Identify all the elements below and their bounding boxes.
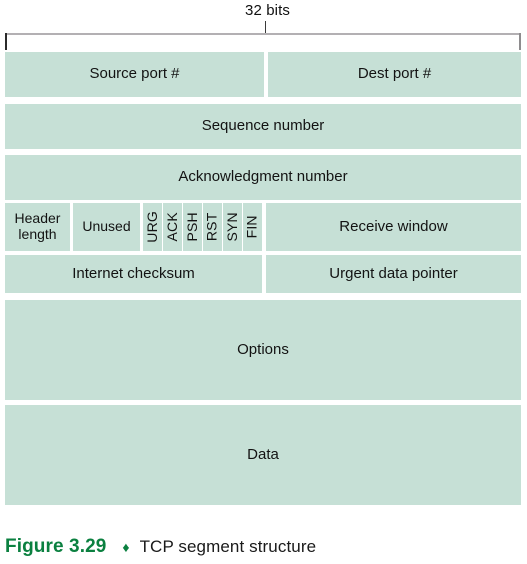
field-header-length: Header length	[5, 203, 70, 251]
field-sequence-number: Sequence number	[5, 104, 521, 149]
flag-rst: RST	[203, 203, 222, 251]
field-data: Data	[5, 405, 521, 505]
field-source-port: Source port #	[5, 52, 264, 97]
flag-rst-label: RST	[203, 212, 220, 242]
diamond-separator-icon: ♦	[122, 539, 130, 555]
field-receive-window: Receive window	[266, 203, 521, 251]
flag-psh-label: PSH	[183, 212, 200, 242]
width-bracket-ruler	[5, 33, 521, 50]
bracket-left-tick	[5, 33, 7, 50]
flag-ack-label: ACK	[163, 212, 180, 242]
width-label-32-bits: 32 bits	[245, 2, 290, 19]
tcp-segment-structure-diagram: 32 bits Source port # Dest port # Sequen…	[0, 0, 527, 515]
header-length-line-1: Header	[14, 210, 61, 227]
field-urgent-data-pointer: Urgent data pointer	[266, 255, 521, 293]
flag-urg: URG	[143, 203, 162, 251]
header-length-line-2: length	[18, 226, 57, 242]
figure-caption: Figure 3.29 ♦ TCP segment structure	[5, 534, 525, 560]
flag-fin-label: FIN	[243, 215, 260, 239]
bracket-right-tick	[519, 33, 521, 50]
field-unused: Unused	[73, 203, 140, 251]
flag-ack: ACK	[163, 203, 182, 251]
flag-psh: PSH	[183, 203, 202, 251]
flag-syn-label: SYN	[223, 212, 240, 242]
field-internet-checksum: Internet checksum	[5, 255, 262, 293]
field-dest-port: Dest port #	[268, 52, 521, 97]
figure-title: TCP segment structure	[139, 537, 317, 556]
flag-fin: FIN	[243, 203, 262, 251]
field-options: Options	[5, 300, 521, 400]
figure-number: Figure 3.29	[5, 536, 107, 557]
bracket-horizontal-rule	[5, 33, 521, 35]
field-acknowledgment-number: Acknowledgment number	[5, 155, 521, 200]
flag-urg-label: URG	[143, 211, 160, 243]
flag-syn: SYN	[223, 203, 242, 251]
